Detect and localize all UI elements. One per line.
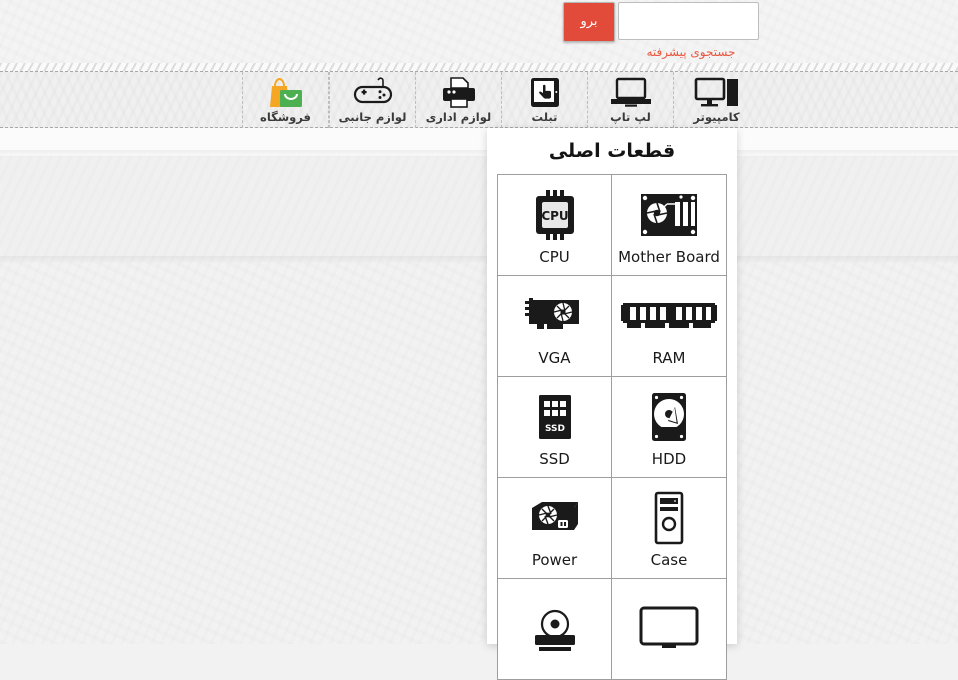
decorative-stripe	[0, 63, 958, 71]
main-navigation: فروشگاه لوازم جانبی لوازم اداری تبلت لپ …	[242, 72, 759, 128]
advanced-search-link[interactable]: جستجوی پیشرفته	[630, 45, 752, 59]
nav-item-label: تبلت	[531, 110, 558, 124]
nav-item-office-supplies[interactable]: لوازم اداری	[415, 72, 501, 128]
nav-item-label: کامپیوتر	[693, 110, 740, 124]
grid-cell-label: Case	[650, 551, 688, 569]
panel-title: قطعات اصلی	[548, 140, 676, 162]
nav-item-label: لوازم جانبی	[338, 110, 407, 124]
main-parts-dropdown-panel: قطعات اصلی CPU CPU Mother Board VGA RAM …	[487, 128, 737, 680]
hdd-icon	[647, 386, 691, 448]
nav-item-laptop[interactable]: لپ تاپ	[587, 72, 673, 128]
laptop-icon	[609, 72, 653, 111]
desktop-computer-icon	[694, 72, 740, 111]
svg-text:SSD: SSD	[544, 424, 564, 434]
grid-cell-label: HDD	[651, 450, 687, 468]
page-background-lower	[0, 262, 958, 644]
grid-cell-ram[interactable]: RAM	[612, 276, 726, 377]
shopping-bags-icon	[266, 72, 306, 111]
grid-cell-hdd[interactable]: HDD	[612, 377, 726, 478]
nav-item-label: لوازم اداری	[425, 110, 492, 124]
grid-cell-label: VGA	[538, 349, 571, 367]
monitor-icon	[638, 597, 700, 659]
content-gray-band	[0, 156, 958, 262]
grid-cell-ssd[interactable]: SSD SSD	[498, 377, 612, 478]
grid-cell-label: SSD	[539, 450, 570, 468]
nav-item-store[interactable]: فروشگاه	[242, 72, 329, 128]
search-bar: برو	[563, 2, 759, 42]
grid-cell-optical-drive[interactable]	[498, 579, 612, 680]
nav-item-accessories[interactable]: لوازم جانبی	[329, 72, 415, 128]
grid-cell-case[interactable]: Case	[612, 478, 726, 579]
nav-item-label: فروشگاه	[260, 110, 311, 124]
grid-cell-label: Power	[531, 551, 578, 569]
band-shadow-upper	[0, 150, 958, 158]
grid-cell-power[interactable]: Power	[498, 478, 612, 579]
search-input[interactable]	[618, 2, 759, 40]
grid-cell-cpu[interactable]: CPU CPU	[498, 175, 612, 276]
vga-card-icon	[523, 285, 587, 347]
nav-item-computer[interactable]: کامپیوتر	[673, 72, 759, 128]
band-shadow-lower	[0, 256, 958, 264]
svg-text:CPU: CPU	[541, 209, 568, 223]
ram-stick-icon	[621, 285, 717, 347]
grid-cell-vga[interactable]: VGA	[498, 276, 612, 377]
grid-cell-label: CPU	[539, 248, 570, 266]
grid-cell-monitor[interactable]	[612, 579, 726, 680]
motherboard-icon	[637, 184, 701, 246]
power-supply-icon	[526, 487, 584, 549]
cpu-icon: CPU	[528, 184, 582, 246]
grid-cell-motherboard[interactable]: Mother Board	[612, 175, 726, 276]
search-go-button[interactable]: برو	[563, 2, 615, 42]
ssd-icon: SSD	[533, 386, 577, 448]
grid-cell-label: Mother Board	[618, 248, 720, 266]
computer-case-icon	[652, 487, 686, 549]
page-background-top	[0, 0, 958, 72]
grid-cell-label: RAM	[652, 349, 686, 367]
nav-item-tablet[interactable]: تبلت	[501, 72, 587, 128]
printer-icon	[439, 72, 479, 111]
nav-item-label: لپ تاپ	[610, 110, 651, 124]
parts-grid: CPU CPU Mother Board VGA RAM SSD SSD HDD…	[497, 174, 727, 680]
optical-drive-icon	[527, 597, 583, 659]
tablet-icon	[526, 72, 564, 111]
gamepad-icon	[352, 72, 394, 111]
